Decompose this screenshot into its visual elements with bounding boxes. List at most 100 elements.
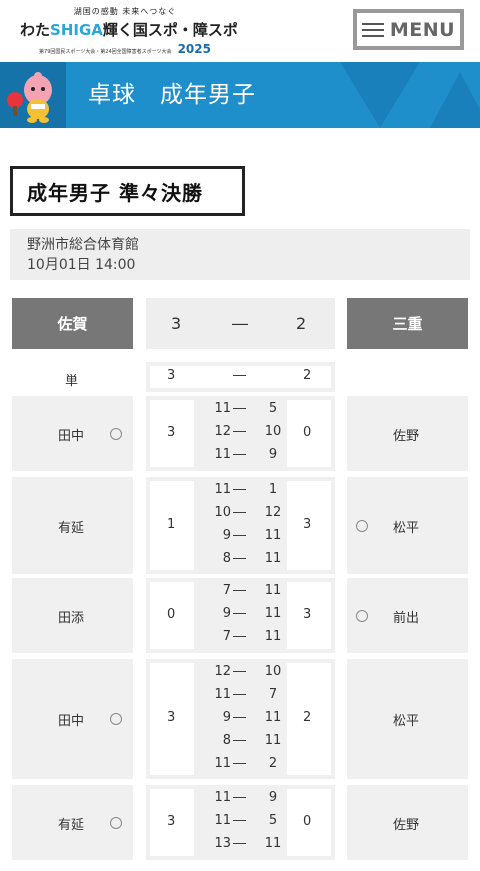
match-datetime: 10月01日 14:00 <box>27 257 136 273</box>
right-player-cell: 松平 <box>347 659 468 779</box>
set-score-dash: ― <box>233 481 246 497</box>
set-score-right: 11 <box>264 583 282 598</box>
set-score-right: 10 <box>264 663 282 679</box>
set-score-right: 5 <box>268 813 278 828</box>
total-score-left: 3 <box>171 314 182 333</box>
set-score-left: 11 <box>214 447 231 462</box>
left-player-name: 有延 <box>58 520 85 536</box>
match-type-label: 単 <box>65 374 79 389</box>
right-game-total: 0 <box>303 424 312 440</box>
menu-button[interactable]: MENU <box>353 9 464 50</box>
right-game-total: 3 <box>303 606 312 622</box>
logo-year: 2025 <box>177 42 211 56</box>
set-score-left: 11 <box>214 790 231 805</box>
game-row: 有延 1 3 11 ― 1 10 ― 12 9 ― 11 8 ― 11 松平 <box>0 477 480 574</box>
right-player-name: 前出 <box>393 610 420 626</box>
type-score-dash: ― <box>233 368 246 383</box>
set-score-left: 8 <box>222 550 231 566</box>
left-player-cell: 田中 <box>12 659 133 779</box>
set-score-dash: ― <box>233 606 246 621</box>
set-score-right: 10 <box>264 424 282 439</box>
set-score-dash: ― <box>233 504 246 520</box>
game-row: 田中 3 0 11 ― 5 12 ― 10 11 ― 9 佐野 <box>0 396 480 471</box>
game-score-cell: 3 0 11 ― 9 11 ― 5 13 ― 11 <box>146 785 335 860</box>
logo-tagline: 湖国の感動 未来へつなぐ <box>73 7 177 16</box>
mascot-icon <box>0 62 66 128</box>
set-score-dash: ― <box>233 447 246 462</box>
set-score-right: 11 <box>264 606 282 621</box>
type-score-left: 3 <box>167 368 176 383</box>
game-row: 有延 3 0 11 ― 9 11 ― 5 13 ― 11 佐野 <box>0 785 480 860</box>
set-score-left: 12 <box>214 663 231 679</box>
set-score-left: 11 <box>214 686 231 702</box>
page-title: 成年男子 準々決勝 <box>10 166 245 216</box>
game-row: 田添 0 3 7 ― 11 9 ― 11 7 ― 11 前出 <box>0 578 480 653</box>
set-score-dash: ― <box>233 401 246 416</box>
right-player-name: 佐野 <box>393 817 420 833</box>
set-score-dash: ― <box>233 424 246 439</box>
right-game-total: 3 <box>303 516 312 532</box>
set-score-right: 11 <box>264 550 282 566</box>
left-player-cell: 有延 <box>12 785 133 860</box>
total-score: 3 ― 2 <box>146 298 335 349</box>
right-player-name: 佐野 <box>393 428 420 444</box>
game-score-cell: 3 0 11 ― 5 12 ― 10 11 ― 9 <box>146 396 335 471</box>
site-header: 湖国の感動 未来へつなぐ わたSHIGA輝く国スポ・障スポ 第79回国民スポーツ… <box>0 0 480 62</box>
game-score-cell: 3 2 12 ― 10 11 ― 7 9 ― 11 8 ― 11 11 ― 2 <box>146 659 335 779</box>
right-player-cell: 佐野 <box>347 396 468 471</box>
game-score-cell: 1 3 11 ― 1 10 ― 12 9 ― 11 8 ― 11 <box>146 477 335 574</box>
set-score-dash: ― <box>233 755 246 771</box>
venue-info: 野洲市総合体育館 10月01日 14:00 <box>10 229 470 280</box>
set-score-left: 7 <box>222 629 231 644</box>
team-right: 三重 <box>347 298 468 349</box>
left-player-name: 田中 <box>58 428 85 444</box>
set-score-dash: ― <box>233 550 246 566</box>
left-game-total: 3 <box>167 424 176 440</box>
win-circle-icon <box>110 713 122 725</box>
left-game-total: 3 <box>167 710 176 725</box>
right-player-name: 松平 <box>393 714 420 729</box>
set-score-dash: ― <box>233 629 246 644</box>
right-player-cell: 松平 <box>347 477 468 574</box>
win-circle-icon <box>356 519 368 532</box>
banner-title: 卓球 成年男子 <box>88 82 256 108</box>
site-logo[interactable]: 湖国の感動 未来へつなぐ わたSHIGA輝く国スポ・障スポ 第79回国民スポーツ… <box>20 6 238 56</box>
category-banner: 卓球 成年男子 <box>0 62 480 128</box>
win-circle-icon <box>356 609 368 622</box>
set-score-right: 11 <box>264 836 282 851</box>
set-score-right: 9 <box>268 447 278 462</box>
right-player-cell: 前出 <box>347 578 468 653</box>
match-type-score: 3 ― 2 <box>146 362 335 392</box>
right-game-total: 0 <box>303 813 312 829</box>
set-score-right: 1 <box>268 481 278 497</box>
left-player-name: 有延 <box>58 817 85 833</box>
set-score-left: 9 <box>222 527 231 543</box>
set-score-dash: ― <box>233 663 246 679</box>
set-score-left: 7 <box>222 583 231 598</box>
set-score-dash: ― <box>233 709 246 725</box>
set-score-right: 9 <box>268 790 278 805</box>
set-score-left: 11 <box>214 755 231 771</box>
set-score-left: 12 <box>214 424 231 439</box>
set-score-left: 9 <box>222 709 231 725</box>
win-circle-icon <box>110 427 122 440</box>
set-score-right: 11 <box>264 732 282 748</box>
set-score-dash: ― <box>233 527 246 543</box>
left-game-total: 0 <box>167 606 176 622</box>
set-score-left: 11 <box>214 813 231 828</box>
set-score-dash: ― <box>233 583 246 598</box>
logo-main-text: わたSHIGA輝く国スポ・障スポ <box>20 21 238 39</box>
hamburger-icon <box>361 22 384 38</box>
set-score-dash: ― <box>233 790 246 805</box>
set-score-right: 11 <box>264 629 282 644</box>
set-score-right: 5 <box>268 401 278 416</box>
right-player-name: 松平 <box>393 520 420 536</box>
set-score-left: 11 <box>214 401 231 416</box>
set-score-dash: ― <box>233 836 246 851</box>
set-score-right: 12 <box>264 504 282 520</box>
left-player-cell: 有延 <box>12 477 133 574</box>
set-score-dash: ― <box>233 813 246 828</box>
total-score-right: 2 <box>296 314 307 333</box>
set-score-left: 10 <box>214 504 231 520</box>
game-score-cell: 0 3 7 ― 11 9 ― 11 7 ― 11 <box>146 578 335 653</box>
